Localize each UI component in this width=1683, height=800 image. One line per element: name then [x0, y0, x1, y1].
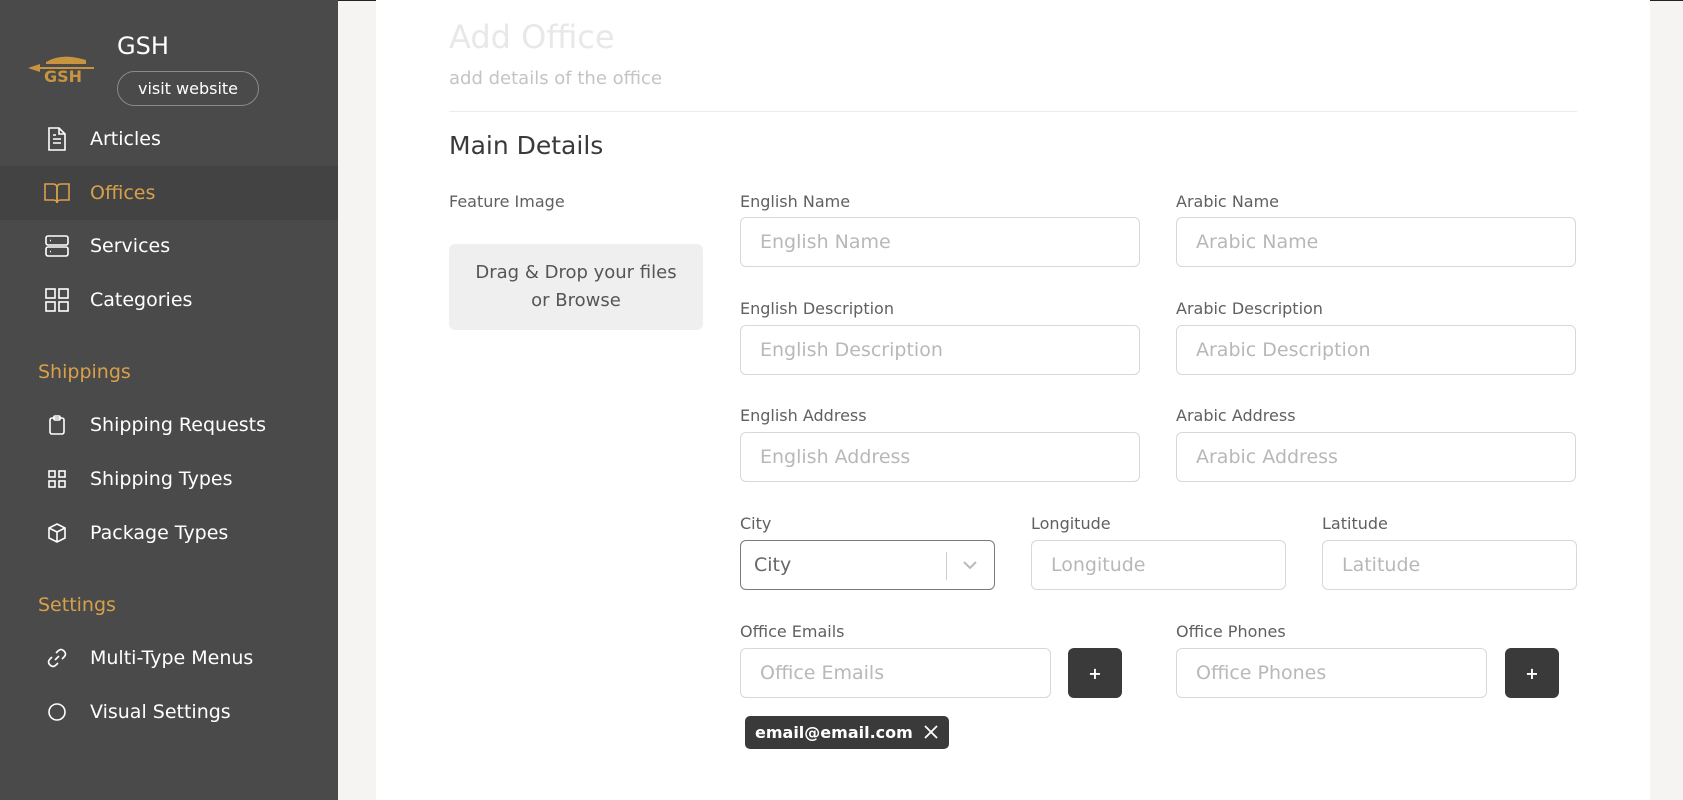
office-form-card: Add Office add details of the office Mai…: [376, 0, 1650, 800]
english-description-label: English Description: [740, 299, 894, 318]
sidebar-item-package-types[interactable]: Package Types: [0, 506, 338, 560]
email-chip-label: email@email.com: [755, 723, 913, 742]
arabic-description-label: Arabic Description: [1176, 299, 1323, 318]
box-icon: [44, 520, 70, 546]
office-emails-label: Office Emails: [740, 622, 845, 641]
brand-name: GSH: [117, 32, 169, 60]
english-description-input[interactable]: English Description: [740, 325, 1140, 375]
sidebar-item-shipping-requests[interactable]: Shipping Requests: [0, 398, 338, 452]
arabic-description-input[interactable]: Arabic Description: [1176, 325, 1576, 375]
svg-text:GSH: GSH: [44, 67, 82, 84]
sidebar-item-label: Package Types: [90, 522, 229, 544]
sidebar-item-label: Offices: [90, 182, 156, 204]
sidebar-item-services[interactable]: Services: [0, 219, 338, 273]
grid-icon: [44, 287, 70, 313]
server-icon: [44, 233, 70, 259]
latitude-input[interactable]: Latitude: [1322, 540, 1577, 590]
sidebar-item-label: Articles: [90, 128, 161, 150]
office-phones-input[interactable]: Office Phones: [1176, 648, 1487, 698]
circle-icon: [44, 699, 70, 725]
sidebar-item-label: Multi-Type Menus: [90, 647, 254, 669]
office-emails-input[interactable]: Office Emails: [740, 648, 1051, 698]
feature-image-label: Feature Image: [449, 192, 565, 211]
brand: GSH GSH visit website: [26, 28, 326, 108]
sidebar-item-categories[interactable]: Categories: [0, 273, 338, 327]
sidebar-item-articles[interactable]: Articles: [0, 112, 338, 166]
grid-small-icon: [44, 466, 70, 492]
sidebar-item-label: Shipping Types: [90, 468, 233, 490]
gsh-logo: GSH: [28, 56, 94, 84]
sidebar-item-visual-settings[interactable]: Visual Settings: [0, 685, 338, 739]
arabic-name-label: Arabic Name: [1176, 192, 1280, 211]
close-icon[interactable]: [923, 724, 939, 740]
english-address-label: English Address: [740, 406, 867, 425]
sidebar-item-label: Services: [90, 235, 171, 257]
chevron-down-icon: [963, 561, 977, 570]
document-icon: [44, 126, 70, 152]
city-label: City: [740, 514, 772, 533]
sidebar-item-offices[interactable]: Offices: [0, 166, 338, 220]
section-title-settings: Settings: [38, 594, 116, 616]
longitude-input[interactable]: Longitude: [1031, 540, 1286, 590]
add-phone-button[interactable]: +: [1505, 648, 1559, 698]
sidebar-item-label: Visual Settings: [90, 701, 231, 723]
arabic-address-label: Arabic Address: [1176, 406, 1296, 425]
clipboard-icon: [44, 412, 70, 438]
arabic-name-input[interactable]: Arabic Name: [1176, 217, 1576, 267]
sidebar-item-label: Categories: [90, 289, 193, 311]
city-select[interactable]: City: [740, 540, 995, 590]
sidebar-item-shipping-types[interactable]: Shipping Types: [0, 452, 338, 506]
english-address-input[interactable]: English Address: [740, 432, 1140, 482]
visit-website-button[interactable]: visit website: [117, 71, 259, 106]
select-separator: [946, 552, 947, 580]
page-subtitle: add details of the office: [449, 68, 663, 89]
header-divider: [449, 111, 1577, 112]
english-name-input[interactable]: English Name: [740, 217, 1140, 267]
link-icon: [44, 645, 70, 671]
office-phones-label: Office Phones: [1176, 622, 1286, 641]
page-title: Add Office: [449, 18, 615, 56]
longitude-label: Longitude: [1031, 514, 1111, 533]
arabic-address-input[interactable]: Arabic Address: [1176, 432, 1576, 482]
section-title-main-details: Main Details: [449, 131, 604, 160]
sidebar-item-label: Shipping Requests: [90, 414, 267, 436]
city-select-value: City: [754, 554, 792, 576]
email-chip: email@email.com: [745, 716, 949, 749]
sidebar-item-multi-type-menus[interactable]: Multi-Type Menus: [0, 631, 338, 685]
section-title-shippings: Shippings: [38, 361, 131, 383]
latitude-label: Latitude: [1322, 514, 1388, 533]
add-email-button[interactable]: +: [1068, 648, 1122, 698]
feature-image-dropzone[interactable]: Drag & Drop your files or Browse: [449, 244, 703, 330]
book-icon: [44, 180, 70, 206]
sidebar: GSH GSH visit website Articles Offices S…: [0, 0, 338, 800]
english-name-label: English Name: [740, 192, 851, 211]
